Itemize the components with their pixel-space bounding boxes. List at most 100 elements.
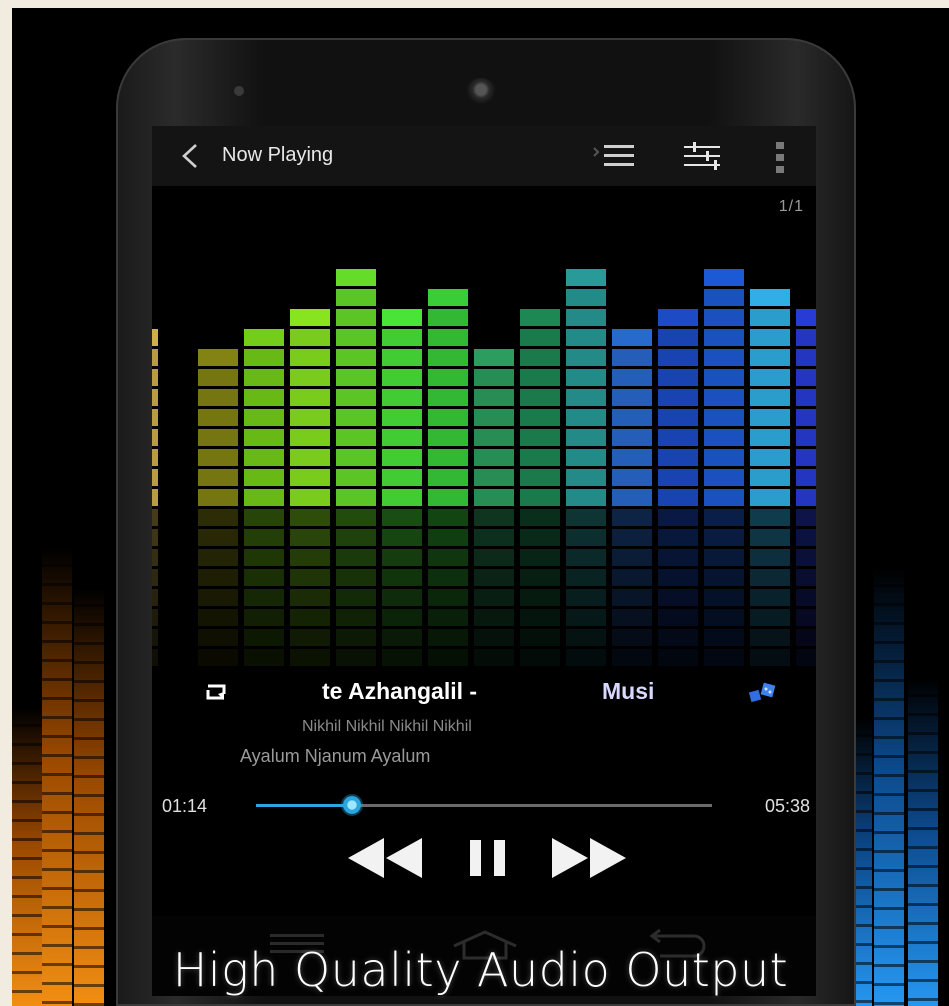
pause-icon[interactable] (466, 838, 510, 878)
spectrum-reflection-segment (336, 649, 376, 666)
spectrum-segment (750, 409, 790, 426)
seek-bar[interactable] (256, 794, 712, 816)
spectrum-reflection-segment (198, 589, 238, 606)
spectrum-segment (658, 489, 698, 506)
spectrum-segment (198, 449, 238, 466)
spectrum-segment (704, 489, 744, 506)
spectrum-reflection-segment (704, 569, 744, 586)
spectrum-segment (566, 289, 606, 306)
spectrum-reflection-segment (658, 509, 698, 526)
spectrum-segment (152, 409, 158, 426)
spectrum-segment (750, 449, 790, 466)
rewind-icon[interactable] (348, 838, 426, 878)
spectrum-segment (290, 389, 330, 406)
spectrum-segment (612, 329, 652, 346)
fast-forward-icon[interactable] (548, 838, 626, 878)
spectrum-segment (474, 489, 514, 506)
spectrum-reflection-segment (658, 649, 698, 666)
spectrum-segment (520, 349, 560, 366)
spectrum-reflection-segment (382, 629, 422, 646)
spectrum-reflection-segment (612, 569, 652, 586)
spectrum-segment (658, 369, 698, 386)
spectrum-reflection-segment (796, 629, 816, 646)
playlist-icon[interactable] (592, 142, 636, 170)
spectrum-reflection-segment (428, 649, 468, 666)
spectrum-reflection-segment (796, 529, 816, 546)
spectrum-segment (796, 389, 816, 406)
track-album: Ayalum Njanum Ayalum (240, 746, 431, 766)
spectrum-reflection-segment (612, 529, 652, 546)
spectrum-reflection-segment (704, 529, 744, 546)
seek-thumb[interactable] (340, 794, 363, 816)
spectrum-segment (658, 389, 698, 406)
spectrum-segment (658, 409, 698, 426)
spectrum-reflection-segment (704, 549, 744, 566)
spectrum-segment (796, 409, 816, 426)
spectrum-reflection-segment (750, 549, 790, 566)
spectrum-reflection-segment (520, 609, 560, 626)
spectrum-segment (336, 469, 376, 486)
spectrum-reflection-segment (796, 569, 816, 586)
spectrum-segment (612, 389, 652, 406)
spectrum-reflection-segment (336, 509, 376, 526)
spectrum-segment (428, 449, 468, 466)
spectrum-reflection-segment (474, 509, 514, 526)
spectrum-reflection-segment (566, 549, 606, 566)
spectrum-segment (336, 329, 376, 346)
spectrum-reflection-segment (198, 649, 238, 666)
spectrum-segment (566, 329, 606, 346)
spectrum-reflection-segment (244, 609, 284, 626)
spectrum-segment (658, 349, 698, 366)
spectrum-segment (290, 489, 330, 506)
spectrum-reflection-segment (566, 609, 606, 626)
spectrum-segment (382, 329, 422, 346)
spectrum-reflection-segment (474, 529, 514, 546)
chevron-left-icon[interactable] (178, 142, 202, 170)
spectrum-reflection-segment (750, 589, 790, 606)
spectrum-segment (612, 449, 652, 466)
repeat-icon[interactable] (204, 682, 228, 702)
spectrum-segment (520, 409, 560, 426)
spectrum-reflection-segment (474, 609, 514, 626)
spectrum-segment (244, 449, 284, 466)
spectrum-reflection-segment (474, 589, 514, 606)
spectrum-reflection-segment (704, 629, 744, 646)
spectrum-reflection-segment (428, 509, 468, 526)
spectrum-segment (290, 309, 330, 326)
spectrum-reflection-segment (244, 649, 284, 666)
track-title: te Azhangalil - (322, 678, 478, 704)
spectrum-segment (474, 449, 514, 466)
spectrum-segment (336, 269, 376, 286)
spectrum-reflection-segment (520, 529, 560, 546)
spectrum-segment (796, 429, 816, 446)
spectrum-segment (428, 409, 468, 426)
spectrum-segment (612, 369, 652, 386)
spectrum-reflection-segment (382, 529, 422, 546)
spectrum-segment (612, 409, 652, 426)
spectrum-segment (290, 329, 330, 346)
spectrum-segment (796, 449, 816, 466)
spectrum-reflection-segment (336, 629, 376, 646)
action-bar: Now Playing (152, 126, 816, 186)
shuffle-icon[interactable] (748, 681, 778, 705)
overflow-menu-icon[interactable] (774, 140, 786, 176)
spectrum-reflection-segment (520, 649, 560, 666)
spectrum-visualizer (152, 269, 816, 666)
spectrum-reflection-segment (382, 549, 422, 566)
spectrum-segment (428, 389, 468, 406)
track-artist: Nikhil Nikhil Nikhil Nikhil (302, 718, 472, 735)
spectrum-reflection-segment (290, 549, 330, 566)
equalizer-sliders-icon[interactable] (682, 140, 722, 172)
spectrum-reflection-segment (290, 509, 330, 526)
spectrum-segment (152, 349, 158, 366)
page-title: Now Playing (222, 144, 334, 166)
spectrum-segment (428, 369, 468, 386)
spectrum-segment (566, 389, 606, 406)
spectrum-reflection-segment (474, 629, 514, 646)
spectrum-segment (658, 469, 698, 486)
spectrum-segment (198, 409, 238, 426)
spectrum-reflection-segment (750, 509, 790, 526)
phone-earpiece (466, 78, 496, 104)
spectrum-segment (382, 489, 422, 506)
spectrum-reflection-segment (750, 609, 790, 626)
